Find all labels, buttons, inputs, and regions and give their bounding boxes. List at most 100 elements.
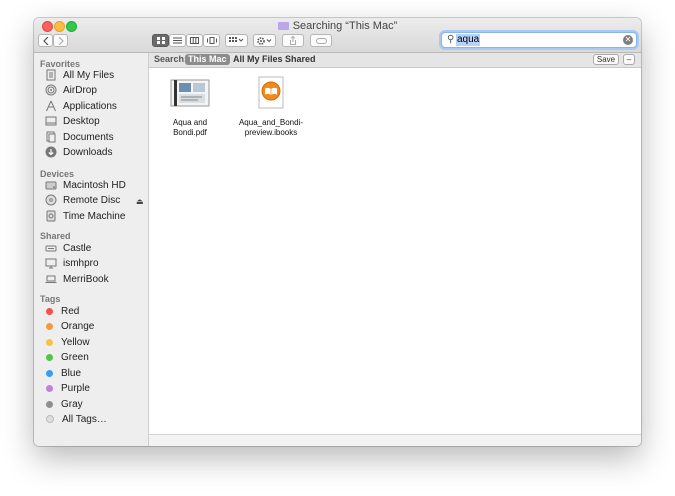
sidebar-item-desktop[interactable]: Desktop bbox=[45, 114, 100, 128]
share-button[interactable] bbox=[282, 34, 304, 47]
sidebar-item-label: Yellow bbox=[61, 336, 90, 348]
sidebar-item-downloads[interactable]: Downloads bbox=[45, 145, 112, 159]
sidebar-item-label: Macintosh HD bbox=[63, 179, 126, 191]
sidebar-item-label: Green bbox=[61, 351, 89, 363]
documents-icon bbox=[45, 131, 57, 143]
tag-color-dot bbox=[46, 307, 53, 315]
sidebar-item-label: AirDrop bbox=[63, 84, 97, 96]
downloads-icon bbox=[45, 146, 57, 158]
tag-icon bbox=[315, 37, 327, 44]
sidebar-tag-green[interactable]: Green bbox=[44, 350, 89, 364]
column-view-button[interactable] bbox=[186, 34, 203, 47]
results-area: Aqua and Bondi.pdf Aqua_and_Bondi- previ… bbox=[149, 68, 641, 434]
scope-shared[interactable]: Shared bbox=[282, 54, 319, 65]
tag-color-dot bbox=[46, 369, 53, 377]
time-machine-drive-icon bbox=[45, 210, 57, 222]
sidebar-tag-blue[interactable]: Blue bbox=[44, 366, 81, 380]
save-search-button[interactable]: Save bbox=[593, 54, 619, 65]
all-files-icon bbox=[45, 69, 57, 81]
sidebar-item-macintosh-hd[interactable]: Macintosh HD bbox=[45, 178, 126, 192]
sidebar-item-label: Desktop bbox=[63, 115, 100, 127]
sidebar-item-label: Blue bbox=[61, 367, 82, 379]
sidebar-item-time-machine[interactable]: Time Machine bbox=[45, 209, 125, 223]
sidebar-item-ismhpro[interactable]: ismhpro bbox=[45, 256, 99, 270]
file-name-line: Aqua and bbox=[172, 118, 208, 127]
sidebar: Favorites All My Files AirDrop Applicati… bbox=[34, 53, 149, 446]
list-view-button[interactable] bbox=[169, 34, 186, 47]
hard-drive-icon bbox=[45, 179, 57, 191]
sidebar-item-castle[interactable]: Castle bbox=[45, 241, 91, 255]
file-item[interactable]: Aqua_and_Bondi- preview.ibooks bbox=[231, 76, 311, 138]
sidebar-item-all-my-files[interactable]: All My Files bbox=[45, 68, 114, 82]
sidebar-item-label: Documents bbox=[63, 131, 114, 143]
ibooks-icon bbox=[251, 76, 291, 110]
laptop-icon bbox=[45, 273, 57, 285]
arrange-icon bbox=[229, 37, 244, 42]
icon-view-button[interactable] bbox=[152, 34, 169, 47]
scope-all-my-files[interactable]: All My Files bbox=[230, 54, 286, 65]
tag-color-dot bbox=[46, 353, 53, 361]
sidebar-item-label: MerriBook bbox=[63, 273, 109, 285]
tag-color-dot bbox=[46, 400, 53, 408]
smart-folder-icon bbox=[277, 22, 289, 30]
sidebar-item-merribook[interactable]: MerriBook bbox=[45, 272, 109, 286]
sidebar-all-tags[interactable]: All Tags… bbox=[44, 412, 107, 426]
sidebar-item-documents[interactable]: Documents bbox=[45, 130, 114, 144]
tag-color-dot bbox=[46, 322, 53, 330]
all-tags-icon bbox=[46, 415, 54, 423]
sidebar-section-shared: Shared bbox=[40, 231, 71, 241]
gear-icon bbox=[257, 36, 272, 45]
sidebar-section-tags: Tags bbox=[40, 294, 61, 304]
titlebar: Searching “This Mac” ⚲ aqua ✕ bbox=[34, 18, 641, 53]
sidebar-tag-orange[interactable]: Orange bbox=[44, 319, 94, 333]
finder-window: Searching “This Mac” ⚲ aqua ✕ Favorites … bbox=[34, 18, 641, 446]
arrange-button[interactable] bbox=[225, 34, 248, 47]
chevron-left-icon bbox=[42, 36, 48, 45]
sidebar-item-label: All Tags… bbox=[62, 413, 107, 425]
sidebar-item-label: Purple bbox=[61, 382, 90, 394]
display-icon bbox=[45, 257, 57, 269]
clear-search-icon[interactable]: ✕ bbox=[623, 35, 633, 45]
sidebar-item-airdrop[interactable]: AirDrop bbox=[45, 83, 97, 97]
sidebar-item-remote-disc[interactable]: Remote Disc bbox=[45, 193, 120, 207]
sidebar-tag-red[interactable]: Red bbox=[44, 304, 79, 318]
coverflow-view-button[interactable] bbox=[203, 34, 220, 47]
network-server-icon bbox=[45, 242, 57, 254]
sidebar-tag-gray[interactable]: Gray bbox=[44, 397, 83, 411]
scope-this-mac[interactable]: This Mac bbox=[185, 54, 230, 65]
chevron-right-icon bbox=[58, 36, 64, 45]
sidebar-item-label: ismhpro bbox=[63, 257, 99, 269]
action-button[interactable] bbox=[253, 34, 276, 47]
sidebar-tag-purple[interactable]: Purple bbox=[44, 381, 90, 395]
file-name: Aqua_and_Bondi- preview.ibooks bbox=[231, 118, 311, 138]
window-title: Searching “This Mac” bbox=[34, 20, 641, 32]
back-button[interactable] bbox=[38, 34, 53, 47]
file-name-line: Bondi.pdf bbox=[173, 128, 207, 137]
sidebar-item-label: Red bbox=[61, 305, 80, 317]
remove-criteria-button[interactable]: – bbox=[623, 54, 635, 65]
file-item[interactable]: Aqua and Bondi.pdf bbox=[150, 76, 230, 138]
tag-button[interactable] bbox=[310, 34, 332, 47]
pdf-document-icon bbox=[170, 76, 210, 110]
sidebar-item-label: Gray bbox=[61, 398, 83, 410]
sidebar-item-label: All My Files bbox=[63, 69, 115, 81]
disc-icon bbox=[45, 194, 57, 206]
desktop-icon bbox=[45, 115, 57, 127]
sidebar-item-label: Remote Disc bbox=[63, 194, 121, 206]
eject-icon[interactable]: ⏏ bbox=[136, 197, 144, 206]
forward-button[interactable] bbox=[53, 34, 68, 47]
sidebar-item-applications[interactable]: Applications bbox=[45, 99, 117, 113]
sidebar-tag-yellow[interactable]: Yellow bbox=[44, 335, 90, 349]
search-icon: ⚲ bbox=[447, 34, 455, 45]
search-field[interactable]: ⚲ aqua ✕ bbox=[441, 32, 637, 48]
file-name: Aqua and Bondi.pdf bbox=[150, 118, 230, 138]
tag-color-dot bbox=[46, 384, 53, 392]
search-query[interactable]: aqua bbox=[456, 34, 481, 46]
list-view-icon bbox=[173, 37, 182, 44]
sidebar-item-label: Orange bbox=[61, 320, 95, 332]
sidebar-item-label: Downloads bbox=[63, 146, 113, 158]
sidebar-item-label: Time Machine bbox=[63, 210, 126, 222]
file-name-line: preview.ibooks bbox=[244, 128, 298, 137]
search-scope-label: Search: bbox=[154, 54, 188, 64]
file-name-line: Aqua_and_Bondi- bbox=[238, 118, 304, 127]
